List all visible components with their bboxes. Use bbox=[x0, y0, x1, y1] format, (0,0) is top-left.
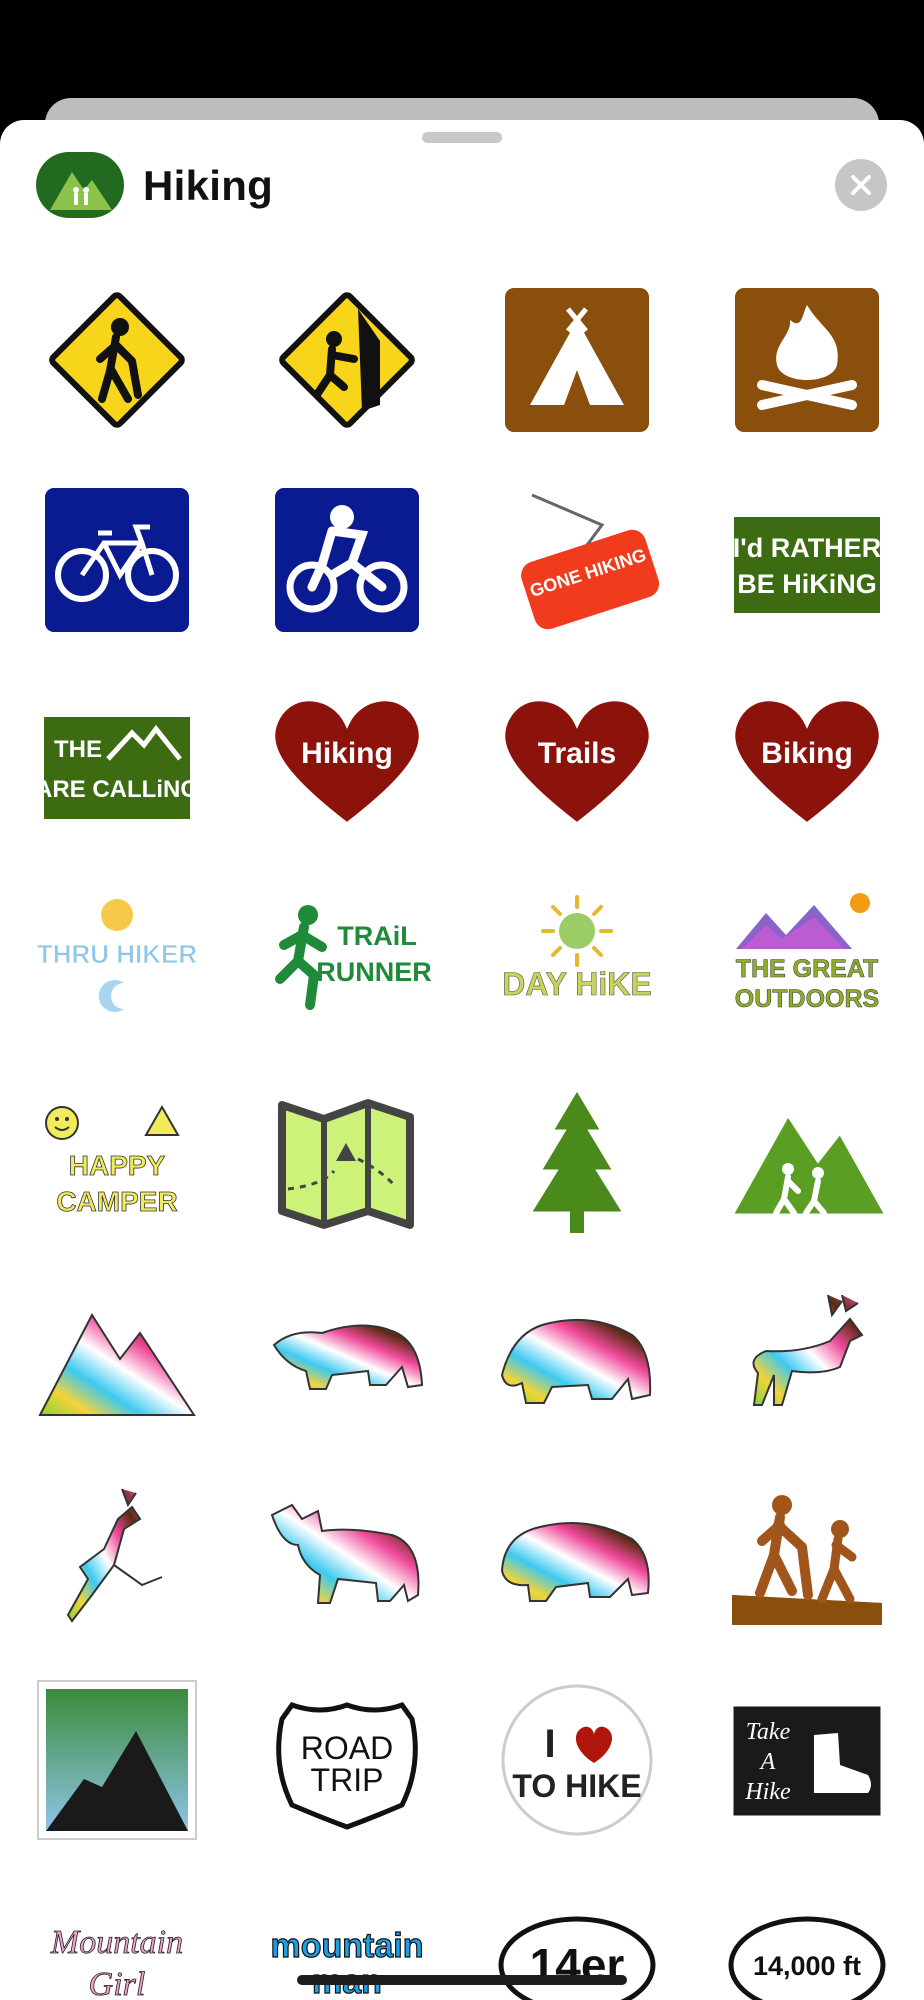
close-button[interactable] bbox=[835, 159, 887, 211]
rainbow-mountains-sticker[interactable] bbox=[27, 1270, 207, 1450]
calling-line-2: ARE CALLiNG bbox=[35, 776, 199, 803]
take-a-hike-sticker[interactable]: Take A Hike bbox=[717, 1670, 897, 1850]
day-hike-text: DAY HiKE bbox=[502, 966, 651, 1002]
calling-line-1: THE bbox=[54, 736, 102, 763]
14000-ft-text: 14,000 ft bbox=[753, 1951, 861, 1981]
great-outdoors-line-1: THE GREAT bbox=[736, 955, 879, 983]
take-hike-line-2: A bbox=[759, 1749, 776, 1775]
road-trip-sticker[interactable]: ROAD TRIP bbox=[257, 1670, 437, 1850]
sheet-grabber[interactable] bbox=[422, 132, 502, 143]
mountain-bike-sign-sticker[interactable] bbox=[257, 470, 437, 650]
rainbow-moose-sticker[interactable] bbox=[257, 1470, 437, 1650]
trail-runner-line-2: RUNNER bbox=[316, 957, 432, 987]
happy-camper-line-2: CAMPER bbox=[56, 1186, 177, 1217]
road-trip-line-2: TRIP bbox=[311, 1762, 384, 1798]
i-love-to-hike-sticker[interactable]: I TO HIKE bbox=[487, 1670, 667, 1850]
love-hike-to-hike: TO HIKE bbox=[512, 1768, 641, 1804]
hikers-mountain-sticker[interactable] bbox=[717, 1070, 897, 1250]
mountain-girl-line-2: Girl bbox=[89, 1966, 146, 2000]
home-indicator[interactable] bbox=[297, 1975, 627, 1985]
mountains-are-calling-sticker[interactable]: THE ARE CALLiNG bbox=[27, 670, 207, 850]
thru-hiker-sticker[interactable]: THRU HIKER bbox=[27, 870, 207, 1050]
heart-biking-sticker[interactable]: Biking bbox=[717, 670, 897, 850]
close-icon bbox=[851, 175, 871, 195]
pine-tree-sticker[interactable] bbox=[487, 1070, 667, 1250]
take-hike-line-1: Take bbox=[746, 1719, 791, 1745]
trail-runner-sticker[interactable]: TRAiL RUNNER bbox=[257, 870, 437, 1050]
happy-camper-sticker[interactable]: HAPPY CAMPER bbox=[27, 1070, 207, 1250]
gone-hiking-sign-sticker[interactable]: GONE HIKING bbox=[487, 470, 667, 650]
hiking-app-icon bbox=[36, 152, 124, 218]
bicycle-sign-sticker[interactable] bbox=[27, 470, 207, 650]
hikers-climbing-sticker[interactable] bbox=[717, 1470, 897, 1650]
heart-biking-text: Biking bbox=[761, 737, 853, 770]
great-outdoors-line-2: OUTDOORS bbox=[735, 985, 879, 1013]
rainbow-leaping-deer-sticker[interactable] bbox=[27, 1470, 207, 1650]
rainbow-bear-sticker[interactable] bbox=[257, 1270, 437, 1450]
header: Hiking bbox=[0, 152, 924, 232]
trail-map-sticker[interactable] bbox=[257, 1070, 437, 1250]
rainbow-bison-sticker[interactable] bbox=[487, 1470, 667, 1650]
sticker-sheet: Hiking GONE HIKING I'd RATHER BE HiKiNG … bbox=[0, 120, 924, 2000]
app-title: Hiking bbox=[143, 162, 274, 209]
day-hike-sticker[interactable]: DAY HiKE bbox=[487, 870, 667, 1050]
rather-be-hiking-sticker[interactable]: I'd RATHER BE HiKiNG bbox=[717, 470, 897, 650]
climber-sign-sticker[interactable] bbox=[257, 270, 437, 450]
hiker-sign-sticker[interactable] bbox=[27, 270, 207, 450]
camping-sign-sticker[interactable] bbox=[487, 270, 667, 450]
heart-hiking-sticker[interactable]: Hiking bbox=[257, 670, 437, 850]
trail-runner-line-1: TRAiL bbox=[337, 921, 416, 951]
14000-ft-sticker[interactable]: 14,000 ft bbox=[717, 1870, 897, 2000]
mountain-girl-sticker[interactable]: Mountain Girl bbox=[27, 1870, 207, 2000]
rainbow-deer-sticker[interactable] bbox=[717, 1270, 897, 1450]
campfire-sign-sticker[interactable] bbox=[717, 270, 897, 450]
happy-camper-line-1: HAPPY bbox=[69, 1150, 166, 1181]
great-outdoors-sticker[interactable]: THE GREAT OUTDOORS bbox=[717, 870, 897, 1050]
heart-trails-sticker[interactable]: Trails bbox=[487, 670, 667, 850]
mountain-girl-line-1: Mountain bbox=[50, 1924, 183, 1961]
road-trip-line-1: ROAD bbox=[301, 1730, 393, 1766]
rather-line-1: I'd RATHER bbox=[733, 533, 881, 563]
rather-line-2: BE HiKiNG bbox=[737, 569, 877, 599]
love-hike-i: I bbox=[544, 1722, 555, 1766]
rainbow-grizzly-sticker[interactable] bbox=[487, 1270, 667, 1450]
heart-hiking-text: Hiking bbox=[301, 737, 393, 770]
heart-trails-text: Trails bbox=[538, 737, 616, 770]
thru-hiker-text: THRU HIKER bbox=[37, 939, 198, 969]
mountain-photo-sticker[interactable] bbox=[27, 1670, 207, 1850]
mountain-man-line-1: mountain bbox=[271, 1927, 424, 1965]
take-hike-line-3: Hike bbox=[744, 1779, 791, 1805]
